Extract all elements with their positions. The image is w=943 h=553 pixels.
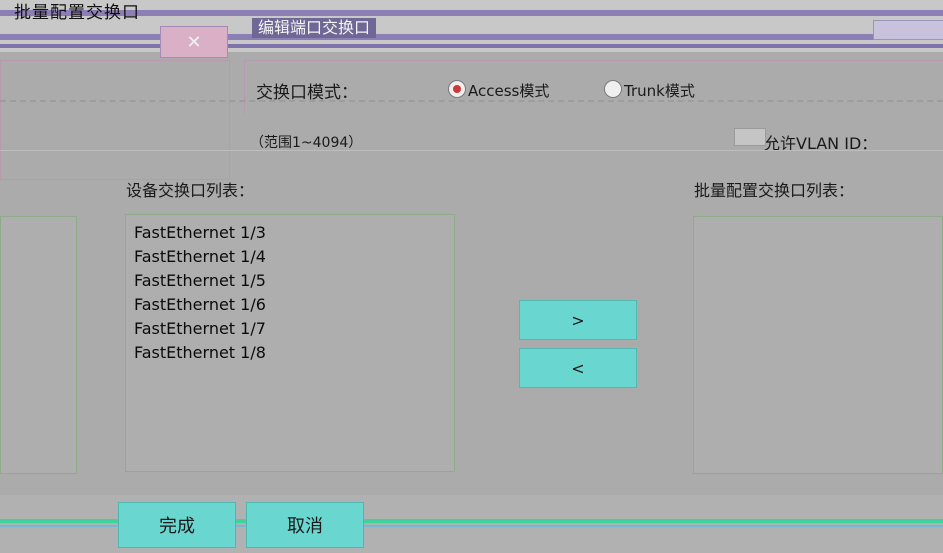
batch-port-list-label: 批量配置交换口列表： <box>694 181 855 200</box>
port-list-item[interactable]: FastEthernet 1/8 <box>134 341 454 365</box>
vlan-range-hint: （范围1~4094） <box>250 135 363 151</box>
title-bar <box>0 0 943 52</box>
access-mode-label[interactable]: Access模式 <box>468 80 549 101</box>
move-right-button[interactable]: > <box>519 300 637 340</box>
left-panel <box>0 60 230 180</box>
device-port-list-label: 设备交换口列表： <box>126 181 255 200</box>
left-list-box[interactable] <box>0 216 77 474</box>
window-title: 批量配置交换口 <box>14 3 140 23</box>
port-list-item[interactable]: FastEthernet 1/7 <box>134 317 454 341</box>
port-list-item[interactable]: FastEthernet 1/4 <box>134 245 454 269</box>
trunk-mode-label[interactable]: Trunk模式 <box>624 80 695 101</box>
cancel-button[interactable]: 取消 <box>246 502 364 548</box>
port-list-item[interactable]: FastEthernet 1/3 <box>134 221 454 245</box>
title-band <box>0 10 943 16</box>
close-button[interactable]: ✕ <box>160 26 228 58</box>
trunk-mode-radio[interactable] <box>604 80 622 98</box>
access-mode-radio[interactable] <box>448 80 466 98</box>
title-band <box>0 34 943 40</box>
divider <box>0 100 943 105</box>
title-chip <box>873 20 943 40</box>
port-list-item[interactable]: FastEthernet 1/5 <box>134 269 454 293</box>
divider <box>0 150 943 151</box>
dialog-subtitle: 编辑端口交换口 <box>252 18 377 38</box>
close-icon: ✕ <box>186 31 202 53</box>
port-list-item[interactable]: FastEthernet 1/6 <box>134 293 454 317</box>
move-left-button[interactable]: < <box>519 348 637 388</box>
device-port-list[interactable]: FastEthernet 1/3 FastEthernet 1/4 FastEt… <box>125 214 455 472</box>
finish-button[interactable]: 完成 <box>118 502 236 548</box>
title-band <box>0 44 943 48</box>
batch-port-list[interactable] <box>693 216 943 474</box>
vlan-id-input[interactable] <box>734 128 766 146</box>
